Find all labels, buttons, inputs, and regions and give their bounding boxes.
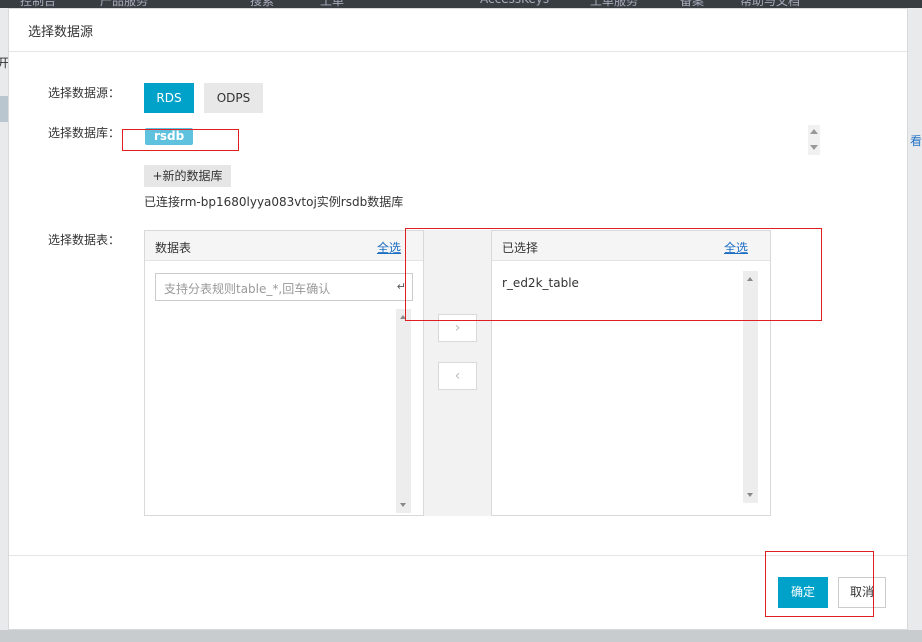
background-topbar-item: 备案 <box>680 0 705 8</box>
odps-button[interactable]: ODPS <box>204 83 263 113</box>
cancel-button[interactable]: 取消 <box>838 577 886 608</box>
background-topbar-item: 搜索 <box>250 0 275 8</box>
selected-tables-scrollbar[interactable] <box>743 271 758 503</box>
background-topbar-item: 控制台 <box>20 0 57 8</box>
background-bottom <box>0 630 922 642</box>
selected-tables-header: 已选择 全选 <box>492 231 770 261</box>
table-search-input[interactable]: 支持分表规则table_*,回车确认 ↵ <box>155 273 413 301</box>
scroll-down-icon[interactable] <box>747 493 753 497</box>
footer-divider <box>9 555 907 556</box>
datasource-label: 选择数据源： <box>48 86 121 100</box>
table-list-panel: 数据表 全选 支持分表规则table_*,回车确认 ↵ <box>144 230 424 516</box>
title-divider <box>9 51 907 52</box>
dialog-title: 选择数据源 <box>28 25 94 40</box>
background-right-text: 看 <box>910 134 922 148</box>
background-topbar-item: 产品服务 <box>100 0 149 8</box>
table-transfer: 数据表 全选 支持分表规则table_*,回车确认 ↵ › ‹ 已选择 全选 r… <box>144 230 771 516</box>
scroll-down-icon[interactable] <box>810 145 818 150</box>
selected-tables-panel: 已选择 全选 r_ed2k_table <box>491 230 771 516</box>
database-scrollbar[interactable] <box>808 125 820 155</box>
background-left-highlight <box>0 96 8 122</box>
background-topbar-item: 工单 <box>320 0 345 8</box>
connection-status: 已连接rm-bp1680lyya083vtoj实例rsdb数据库 <box>144 195 404 209</box>
database-label: 选择数据库： <box>48 126 121 140</box>
background-topbar: 控制台 产品服务 搜索 工单 AccessKeys 工单服务 备案 帮助与文档 <box>0 0 922 8</box>
table-label: 选择数据表： <box>48 233 121 247</box>
selected-table-item[interactable]: r_ed2k_table <box>502 276 579 290</box>
table-list-title: 数据表 <box>155 241 192 255</box>
database-select[interactable]: rsdb <box>144 123 820 155</box>
database-tag[interactable]: rsdb <box>145 128 194 145</box>
search-placeholder: 支持分表规则table_*,回车确认 <box>164 282 331 296</box>
background-topbar-item: 工单服务 <box>590 0 639 8</box>
move-right-button[interactable]: › <box>438 314 477 342</box>
background-topbar-item: AccessKeys <box>480 0 549 6</box>
scroll-down-icon[interactable] <box>400 503 406 507</box>
confirm-button[interactable]: 确定 <box>778 577 828 608</box>
scroll-up-icon[interactable] <box>400 315 406 319</box>
scroll-up-icon[interactable] <box>747 277 753 281</box>
new-database-button[interactable]: +新的数据库 <box>144 165 231 187</box>
background-right-edge: 看 <box>908 8 922 642</box>
enter-key-icon: ↵ <box>396 280 406 293</box>
table-list-header: 数据表 全选 <box>145 231 423 261</box>
background-topbar-item: 帮助与文档 <box>740 0 801 8</box>
select-all-tables-link[interactable]: 全选 <box>377 239 401 256</box>
move-left-button[interactable]: ‹ <box>438 362 477 390</box>
rds-button[interactable]: RDS <box>144 83 194 113</box>
select-datasource-dialog: 选择数据源 选择数据源： RDS ODPS 选择数据库： rsdb +新的数据库… <box>8 8 908 630</box>
selected-tables-title: 已选择 <box>502 241 539 255</box>
select-all-selected-link[interactable]: 全选 <box>724 239 748 256</box>
scroll-up-icon[interactable] <box>810 129 818 134</box>
transfer-buttons: › ‹ <box>424 230 491 516</box>
table-list-scrollbar[interactable] <box>396 309 411 513</box>
background-left-edge: 开 <box>0 8 9 642</box>
